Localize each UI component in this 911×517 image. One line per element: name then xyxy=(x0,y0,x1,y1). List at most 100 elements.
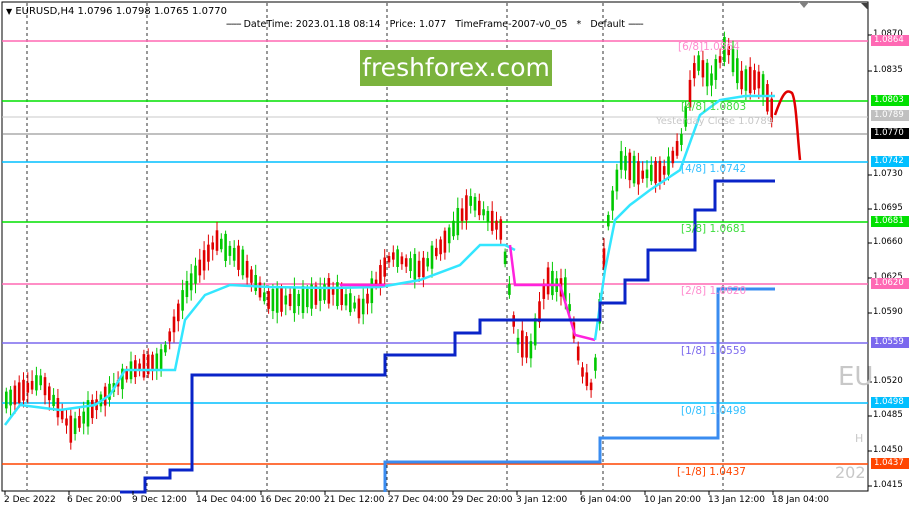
candle-body xyxy=(215,230,219,251)
candle-body xyxy=(417,260,421,278)
candle-body xyxy=(482,209,485,216)
candle-body xyxy=(43,377,47,396)
candle-body xyxy=(516,337,520,345)
candle-body xyxy=(271,288,275,312)
candle-body xyxy=(349,293,352,313)
level-label-4-8-b: [4/8] 1.0742 xyxy=(681,163,747,175)
candle-body xyxy=(521,330,524,358)
yesterday-close-label: Yesterday Close 1.0789 xyxy=(656,116,774,127)
candle-body xyxy=(17,382,21,403)
candle-body xyxy=(490,210,494,231)
candle-body xyxy=(181,290,184,311)
candle-body xyxy=(263,292,266,302)
candle-body xyxy=(52,394,55,407)
candle-body xyxy=(710,73,713,86)
candle-body xyxy=(439,239,442,255)
candle-body xyxy=(736,58,739,84)
dash-right: ------ xyxy=(628,19,644,30)
candle-body xyxy=(254,275,257,292)
candle-body xyxy=(78,415,81,428)
candle-body xyxy=(766,84,769,112)
time-tick: 29 Dec 20:00 xyxy=(452,495,513,505)
candle-body xyxy=(280,288,283,312)
dash-left: ------ xyxy=(226,19,242,30)
candle-body xyxy=(447,227,451,244)
candle-body xyxy=(56,398,60,418)
candle-body xyxy=(465,195,468,221)
fast-trend-line xyxy=(4,243,516,426)
candle-body xyxy=(65,418,68,426)
candle-body xyxy=(241,249,245,276)
brand-logo: freshforex.com xyxy=(360,50,552,86)
price-tick: 1.0450 xyxy=(873,445,903,455)
candle-body xyxy=(422,257,425,278)
price-tick: 1.0660 xyxy=(873,237,903,247)
candle-body xyxy=(469,196,472,206)
ghost-symbol: EU xyxy=(838,362,874,392)
info-datetime: DateTime: 2023.01.18 08:14 xyxy=(243,19,381,30)
candle-body xyxy=(594,357,597,371)
candle-body xyxy=(546,267,550,295)
candle-body xyxy=(232,247,236,261)
candle-body xyxy=(5,391,8,409)
candle-body xyxy=(297,293,300,307)
candle-body xyxy=(409,258,412,272)
candle-body xyxy=(185,280,189,298)
price-label-6-8: 1.0864 xyxy=(871,35,909,46)
candle-body xyxy=(650,164,653,182)
time-tick: 27 Dec 04:00 xyxy=(388,495,449,505)
time-tick: 13 Jan 12:00 xyxy=(708,495,765,505)
candle-body xyxy=(753,70,756,90)
candle-body xyxy=(744,69,748,91)
candle-body xyxy=(525,336,528,358)
candle-body xyxy=(275,287,279,313)
time-tick: 3 Jan 12:00 xyxy=(516,495,568,505)
level-label-1-8: [1/8] 1.0559 xyxy=(681,345,747,357)
candle-body xyxy=(267,291,270,309)
price-label-0-8: 1.0498 xyxy=(871,397,909,408)
ghost-timeframe: H xyxy=(855,432,864,445)
price-label-minus-1-8: 1.0437 xyxy=(871,458,909,469)
candle-body xyxy=(624,155,627,171)
price-tick: 1.0835 xyxy=(873,65,903,75)
level-label-0-8: [0/8] 1.0498 xyxy=(681,405,747,417)
time-tick: 18 Jan 04:00 xyxy=(772,495,829,505)
candle-body xyxy=(740,70,743,90)
candle-body xyxy=(284,295,288,305)
candle-body xyxy=(202,250,206,271)
time-tick: 9 Dec 12:00 xyxy=(132,495,187,505)
candle-body xyxy=(9,389,12,406)
candle-body xyxy=(86,400,90,427)
candle-body xyxy=(39,375,42,386)
candle-body xyxy=(237,245,240,270)
candle-body xyxy=(35,375,38,391)
candle-body xyxy=(628,152,632,181)
candle-body xyxy=(361,298,365,315)
candle-body xyxy=(151,354,154,372)
price-tick: 1.0590 xyxy=(873,307,903,317)
price-tick: 1.0485 xyxy=(873,410,903,420)
candle-body xyxy=(413,253,417,280)
candle-body xyxy=(495,220,498,230)
candle-body xyxy=(172,316,176,333)
dropdown-triangle-icon[interactable]: ▼ xyxy=(6,7,12,16)
candle-body xyxy=(611,190,614,211)
candle-body xyxy=(452,220,455,237)
candle-body xyxy=(379,265,382,285)
candle-body xyxy=(288,293,292,307)
candle-body xyxy=(680,133,683,145)
price-label-2-8: 1.0620 xyxy=(871,278,909,289)
time-tick: 14 Dec 04:00 xyxy=(196,495,257,505)
candle-body xyxy=(607,214,610,227)
candle-body xyxy=(30,380,34,390)
candle-body xyxy=(228,245,232,256)
candle-body xyxy=(508,283,511,295)
candle-body xyxy=(250,269,253,283)
candle-body xyxy=(615,169,619,192)
candle-body xyxy=(82,411,85,424)
candle-body xyxy=(654,161,657,184)
candle-body xyxy=(207,244,210,262)
candle-body xyxy=(542,284,546,299)
level-label-minus-1-8: [-1/8] 1.0437 xyxy=(677,466,746,478)
candle-body xyxy=(761,74,765,97)
